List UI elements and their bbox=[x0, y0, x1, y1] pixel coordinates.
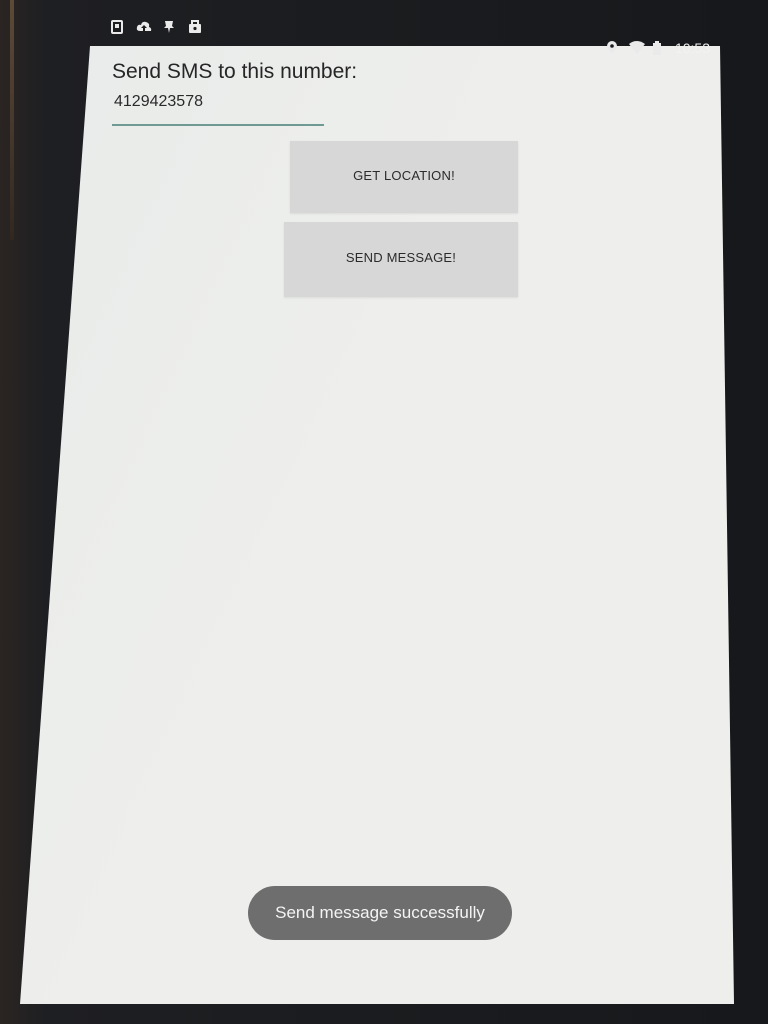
phone-number-input[interactable]: 4129423578 bbox=[112, 90, 324, 126]
briefcase-icon bbox=[188, 20, 202, 34]
pin-icon bbox=[162, 20, 176, 34]
device-bezel-edge bbox=[10, 0, 14, 240]
status-time: 10:53 bbox=[674, 40, 710, 56]
notification-icons bbox=[110, 20, 202, 34]
get-location-label: GET LOCATION! bbox=[353, 168, 455, 183]
send-message-label: SEND MESSAGE! bbox=[345, 250, 457, 265]
status-bar: 10:53 bbox=[102, 14, 722, 58]
sms-number-label: Send SMS to this number: bbox=[112, 60, 358, 83]
wifi-icon bbox=[628, 41, 645, 55]
phone-number-value: 4129423578 bbox=[114, 93, 203, 110]
sim-card-icon bbox=[110, 20, 124, 34]
system-status: 10:53 bbox=[606, 40, 710, 56]
location-icon bbox=[606, 41, 620, 55]
send-message-button[interactable]: SEND MESSAGE! bbox=[284, 222, 518, 297]
get-location-button[interactable]: GET LOCATION! bbox=[290, 141, 518, 213]
cloud-upload-icon bbox=[136, 20, 152, 34]
toast-notification: Send message successfully bbox=[248, 886, 512, 940]
battery-icon bbox=[652, 41, 666, 55]
